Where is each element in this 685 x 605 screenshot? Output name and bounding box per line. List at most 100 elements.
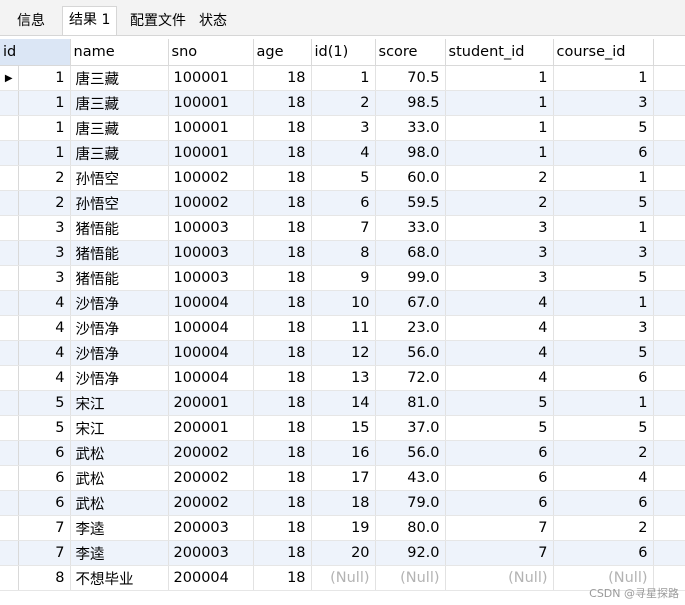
- table-cell-name[interactable]: 宋江: [70, 415, 169, 441]
- table-cell-student-id[interactable]: 7: [445, 515, 554, 541]
- table-row[interactable]: 3 猪悟能 100003 18 7 33.0 3 1: [0, 215, 685, 241]
- table-row[interactable]: 5 宋江 200001 18 14 81.0 5 1: [0, 390, 685, 416]
- table-cell-id[interactable]: 2: [18, 190, 71, 216]
- row-indicator[interactable]: [0, 415, 19, 441]
- table-cell-id[interactable]: 4: [18, 340, 71, 366]
- table-cell-id1[interactable]: 7: [311, 215, 376, 241]
- table-row[interactable]: 7 李逵 200003 18 19 80.0 7 2: [0, 515, 685, 541]
- table-cell-course-id[interactable]: 1: [553, 165, 654, 191]
- table-cell-age[interactable]: 18: [253, 390, 312, 416]
- row-indicator[interactable]: ▶: [0, 65, 19, 91]
- table-cell-id[interactable]: 3: [18, 240, 71, 266]
- table-cell-age[interactable]: 18: [253, 465, 312, 491]
- table-cell-id[interactable]: 4: [18, 315, 71, 341]
- table-cell-id1[interactable]: 18: [311, 490, 376, 516]
- table-cell-id[interactable]: 3: [18, 215, 71, 241]
- table-cell-score[interactable]: 72.0: [375, 365, 446, 391]
- table-cell-age[interactable]: 18: [253, 540, 312, 566]
- table-row[interactable]: 1 唐三藏 100001 18 2 98.5 1 3: [0, 90, 685, 116]
- row-indicator[interactable]: [0, 165, 19, 191]
- table-row[interactable]: 8 不想毕业 200004 18 (Null) (Null) (Null) (Null): [0, 565, 685, 591]
- table-cell-sno[interactable]: 200001: [168, 415, 254, 441]
- table-cell-id[interactable]: 1: [18, 90, 71, 116]
- table-row[interactable]: 6 武松 200002 18 16 56.0 6 2: [0, 440, 685, 466]
- table-cell-id1[interactable]: 5: [311, 165, 376, 191]
- table-cell-id[interactable]: 4: [18, 365, 71, 391]
- table-cell-age[interactable]: 18: [253, 315, 312, 341]
- table-cell-student-id[interactable]: 4: [445, 365, 554, 391]
- table-cell-student-id[interactable]: 1: [445, 65, 554, 91]
- table-cell-student-id[interactable]: 3: [445, 240, 554, 266]
- table-cell-name[interactable]: 李逵: [70, 540, 169, 566]
- table-cell-student-id[interactable]: 2: [445, 190, 554, 216]
- table-cell-sno[interactable]: 100004: [168, 290, 254, 316]
- table-cell-score[interactable]: 37.0: [375, 415, 446, 441]
- table-cell-name[interactable]: 沙悟净: [70, 290, 169, 316]
- table-cell-name[interactable]: 唐三藏: [70, 90, 169, 116]
- table-cell-name[interactable]: 武松: [70, 440, 169, 466]
- table-cell-age[interactable]: 18: [253, 240, 312, 266]
- row-indicator[interactable]: [0, 365, 19, 391]
- table-cell-course-id[interactable]: 3: [553, 315, 654, 341]
- row-indicator[interactable]: [0, 140, 19, 166]
- table-cell-sno[interactable]: 200001: [168, 390, 254, 416]
- table-cell-id[interactable]: 3: [18, 265, 71, 291]
- table-row[interactable]: 1 唐三藏 100001 18 4 98.0 1 6: [0, 140, 685, 166]
- table-cell-course-id[interactable]: 5: [553, 265, 654, 291]
- table-cell-student-id[interactable]: 3: [445, 215, 554, 241]
- table-cell-student-id[interactable]: 1: [445, 90, 554, 116]
- table-cell-sno[interactable]: 100001: [168, 65, 254, 91]
- table-cell-score[interactable]: 56.0: [375, 440, 446, 466]
- table-cell-sno[interactable]: 200002: [168, 440, 254, 466]
- table-cell-name[interactable]: 孙悟空: [70, 190, 169, 216]
- row-indicator[interactable]: [0, 490, 19, 516]
- table-cell-student-id[interactable]: 5: [445, 415, 554, 441]
- table-row[interactable]: ▶ 1 唐三藏 100001 18 1 70.5 1 1: [0, 65, 685, 91]
- tab-profile[interactable]: 配置文件: [123, 7, 193, 34]
- table-cell-score[interactable]: 98.0: [375, 140, 446, 166]
- table-cell-id1[interactable]: 10: [311, 290, 376, 316]
- table-cell-score[interactable]: 79.0: [375, 490, 446, 516]
- table-cell-id1[interactable]: 11: [311, 315, 376, 341]
- table-cell-score[interactable]: (Null): [375, 565, 446, 591]
- table-cell-score[interactable]: 80.0: [375, 515, 446, 541]
- table-row[interactable]: 5 宋江 200001 18 15 37.0 5 5: [0, 415, 685, 441]
- header-col-id1[interactable]: id(1): [311, 39, 376, 66]
- table-cell-score[interactable]: 81.0: [375, 390, 446, 416]
- table-cell-course-id[interactable]: 6: [553, 140, 654, 166]
- table-cell-sno[interactable]: 100003: [168, 215, 254, 241]
- table-cell-id[interactable]: 7: [18, 540, 71, 566]
- header-col-student-id[interactable]: student_id: [445, 39, 554, 66]
- table-cell-sno[interactable]: 200002: [168, 490, 254, 516]
- table-cell-course-id[interactable]: 3: [553, 240, 654, 266]
- table-cell-age[interactable]: 18: [253, 140, 312, 166]
- tab-result-1[interactable]: 结果 1: [62, 6, 118, 35]
- table-cell-sno[interactable]: 200002: [168, 465, 254, 491]
- header-col-sno[interactable]: sno: [168, 39, 254, 66]
- table-cell-score[interactable]: 23.0: [375, 315, 446, 341]
- table-cell-course-id[interactable]: 4: [553, 465, 654, 491]
- table-cell-name[interactable]: 唐三藏: [70, 65, 169, 91]
- table-cell-score[interactable]: 70.5: [375, 65, 446, 91]
- table-cell-sno[interactable]: 100002: [168, 165, 254, 191]
- table-cell-course-id[interactable]: 6: [553, 490, 654, 516]
- table-row[interactable]: 4 沙悟净 100004 18 11 23.0 4 3: [0, 315, 685, 341]
- table-cell-age[interactable]: 18: [253, 115, 312, 141]
- row-indicator[interactable]: [0, 215, 19, 241]
- table-cell-id1[interactable]: 8: [311, 240, 376, 266]
- row-indicator[interactable]: [0, 465, 19, 491]
- table-cell-name[interactable]: 不想毕业: [70, 565, 169, 591]
- table-row[interactable]: 4 沙悟净 100004 18 12 56.0 4 5: [0, 340, 685, 366]
- table-row[interactable]: 6 武松 200002 18 18 79.0 6 6: [0, 490, 685, 516]
- header-col-age[interactable]: age: [253, 39, 312, 66]
- table-row[interactable]: 3 猪悟能 100003 18 9 99.0 3 5: [0, 265, 685, 291]
- table-cell-name[interactable]: 武松: [70, 490, 169, 516]
- table-cell-id1[interactable]: 1: [311, 65, 376, 91]
- table-cell-name[interactable]: 唐三藏: [70, 140, 169, 166]
- table-cell-id[interactable]: 1: [18, 65, 71, 91]
- table-cell-age[interactable]: 18: [253, 440, 312, 466]
- table-cell-sno[interactable]: 200003: [168, 540, 254, 566]
- table-cell-name[interactable]: 沙悟净: [70, 315, 169, 341]
- table-cell-student-id[interactable]: 2: [445, 165, 554, 191]
- header-col-id[interactable]: id: [0, 39, 71, 66]
